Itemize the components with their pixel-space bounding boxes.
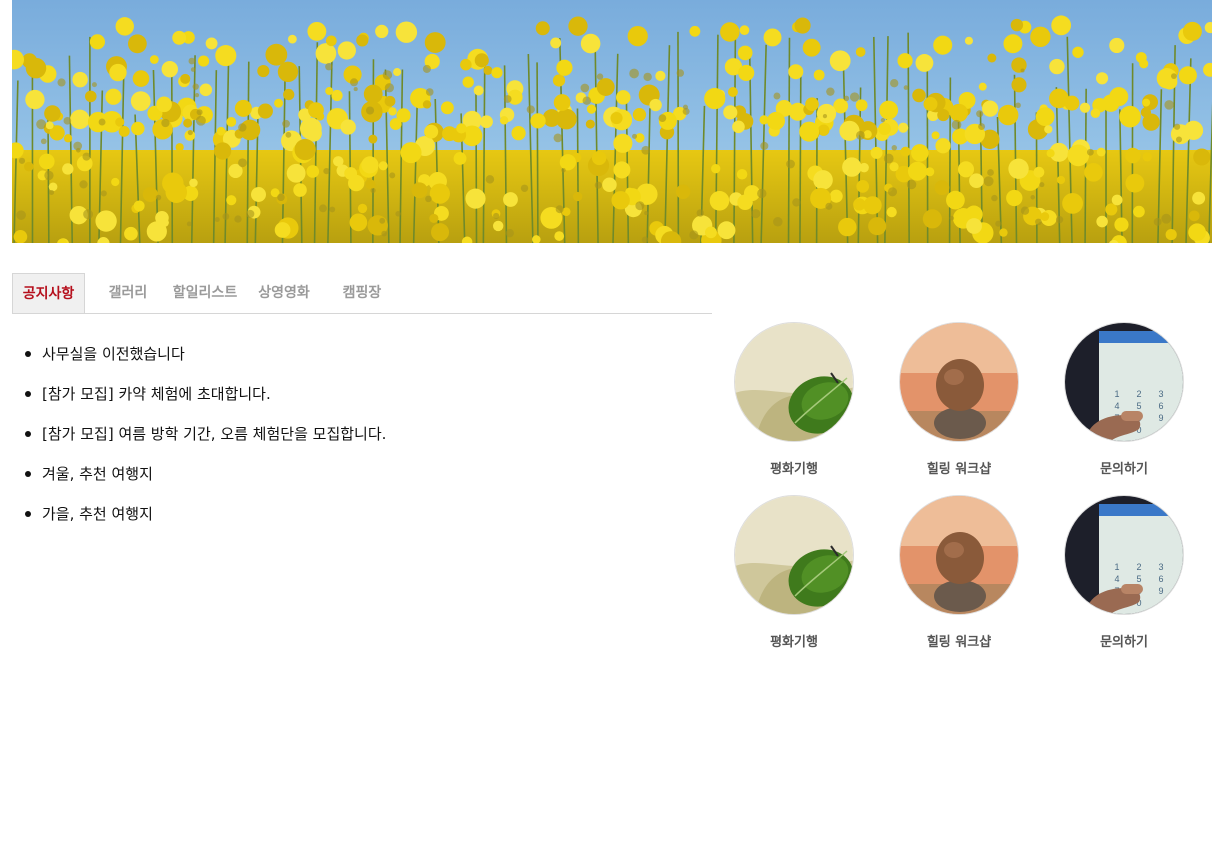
leaf-on-sand-image [734,322,854,442]
svg-text:4: 4 [1114,574,1119,584]
menu-label: 힐링 워크샵 [926,635,992,650]
menu-peace-trip[interactable]: 평화기행 [734,495,864,655]
menu-contact[interactable]: 1234567890 문의하기 [1064,495,1194,655]
menu-label: 평화기행 [770,635,818,650]
tab-todo-list[interactable]: 할일리스트 [167,273,243,313]
menu-contact[interactable]: 1234567890 문의하기 [1064,322,1194,482]
svg-text:6: 6 [1158,401,1163,411]
svg-text:5: 5 [1136,574,1141,584]
tab-bar: 공지사항 갤러리 할일리스트 상영영화 캠핑장 [12,273,712,314]
notice-item[interactable]: 겨울, 추천 여행지 [25,458,702,498]
menu-healing-workshop[interactable]: 힐링 워크샵 [899,495,1029,655]
tab-camping[interactable]: 캠핑장 [330,273,394,313]
balanced-stones-image [899,322,1019,442]
svg-text:4: 4 [1114,401,1119,411]
menu-peace-trip[interactable]: 평화기행 [734,322,864,482]
menu-label: 힐링 워크샵 [926,462,992,477]
menu-label: 평화기행 [770,462,818,477]
menu-healing-workshop[interactable]: 힐링 워크샵 [899,322,1029,482]
quick-menu: 평화기행 힐링 워크샵 1234567890 문의하기 평화기행 힐링 워크샵 … [734,322,1214,662]
leaf-on-sand-image [734,495,854,615]
svg-text:2: 2 [1136,562,1141,572]
tab-movies[interactable]: 상영영화 [253,273,315,313]
notice-item[interactable]: [참가 모집] 카약 체험에 초대합니다. [25,378,702,418]
svg-text:3: 3 [1158,389,1163,399]
tab-gallery[interactable]: 갤러리 [98,273,158,313]
canola-flower-field-image [12,0,1212,243]
svg-text:9: 9 [1158,586,1163,596]
svg-text:9: 9 [1158,413,1163,423]
menu-label: 문의하기 [1100,635,1148,650]
svg-text:5: 5 [1136,401,1141,411]
svg-text:3: 3 [1158,562,1163,572]
svg-text:1: 1 [1114,389,1119,399]
tab-notice[interactable]: 공지사항 [12,273,85,313]
menu-label: 문의하기 [1100,462,1148,477]
balanced-stones-image [899,495,1019,615]
notice-item[interactable]: [참가 모집] 여름 방학 기간, 오름 체험단을 모집합니다. [25,418,702,458]
header-banner-image [12,0,1212,243]
notice-item[interactable]: 가을, 추천 여행지 [25,498,702,538]
phone-dialpad-image: 1234567890 [1064,322,1184,442]
phone-dialpad-image: 1234567890 [1064,495,1184,615]
svg-text:1: 1 [1114,562,1119,572]
svg-text:2: 2 [1136,389,1141,399]
notice-list: 사무실을 이전했습니다 [참가 모집] 카약 체험에 초대합니다. [참가 모집… [25,338,702,538]
svg-text:6: 6 [1158,574,1163,584]
notice-item[interactable]: 사무실을 이전했습니다 [25,338,702,378]
